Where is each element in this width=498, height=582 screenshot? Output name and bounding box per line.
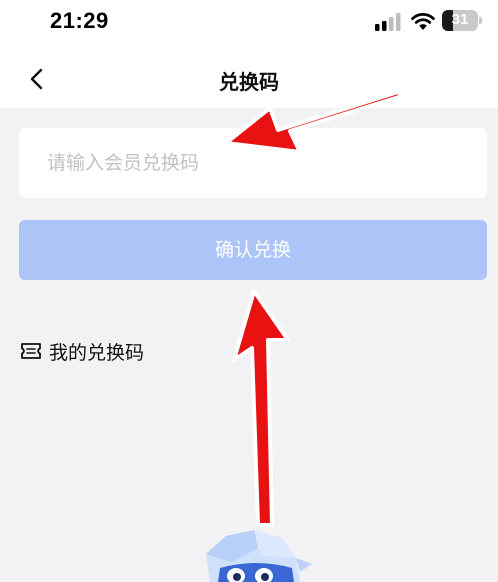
status-bar: 21:29 31 [0,0,498,52]
code-input-container [19,128,487,198]
mascot-illustration [206,530,312,582]
battery-icon: 31 [442,10,478,31]
battery-level: 31 [451,11,469,28]
confirm-redeem-button[interactable]: 确认兑换 [19,220,487,280]
wifi-icon [411,13,435,30]
my-codes-link[interactable]: 我的兑换码 [19,336,144,366]
nav-bar: 兑换码 [0,52,498,108]
cellular-signal-icon [375,13,401,31]
battery-nub [479,17,482,24]
arrow-to-confirm [232,289,290,527]
page-title: 兑换码 [219,70,279,94]
redeem-code-input[interactable] [19,128,487,198]
status-time: 21:29 [50,8,109,33]
ticket-icon [21,343,41,359]
my-codes-label: 我的兑换码 [49,341,145,364]
